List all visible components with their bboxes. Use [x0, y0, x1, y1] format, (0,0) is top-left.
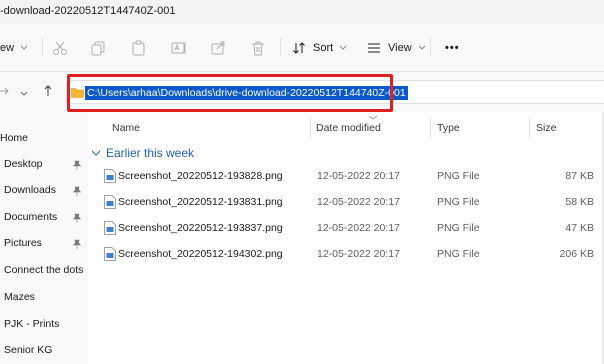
- sort-button[interactable]: Sort: [292, 38, 347, 58]
- file-row[interactable]: Screenshot_20220512-194302.png 12-05-202…: [88, 242, 604, 266]
- sidebar-item-label: Senior KG: [4, 344, 53, 356]
- file-name: Screenshot_20220512-194302.png: [118, 248, 283, 260]
- sidebar-item-label: Connect the dots: [4, 264, 84, 276]
- column-divider: [529, 118, 530, 140]
- more-options-button[interactable]: •••: [445, 38, 460, 58]
- toolbar-divider: [42, 38, 43, 56]
- pin-icon: [72, 213, 82, 223]
- copy-button[interactable]: [90, 38, 106, 58]
- column-header-type[interactable]: Type: [437, 122, 460, 134]
- delete-button[interactable]: [250, 38, 266, 58]
- sidebar-item-pjk-prints[interactable]: PJK - Prints: [4, 318, 59, 330]
- paste-icon: [132, 40, 145, 56]
- sidebar-item-desktop[interactable]: Desktop: [4, 158, 43, 170]
- window-title: -download-20220512T144740Z-001: [0, 5, 176, 17]
- sidebar-item-label: Downloads: [4, 184, 56, 196]
- sidebar-item-pictures[interactable]: Pictures: [4, 237, 42, 249]
- file-date: 12-05-2022 20:17: [317, 248, 400, 260]
- cut-button[interactable]: [52, 38, 68, 58]
- command-toolbar: ew Sort View •••: [0, 24, 604, 72]
- toolbar-divider: [280, 38, 281, 56]
- chevron-down-icon: [20, 91, 28, 96]
- sidebar-item-downloads[interactable]: Downloads: [4, 184, 56, 196]
- pin-icon: [72, 160, 82, 170]
- highlight-annotation: [67, 74, 393, 112]
- file-type: PNG File: [437, 222, 480, 234]
- group-header: Earlier this week: [106, 146, 195, 160]
- arrow-right-icon: [0, 87, 9, 95]
- sort-indicator-icon: [368, 115, 378, 120]
- title-bar: -download-20220512T144740Z-001: [0, 0, 604, 24]
- arrow-up-icon: [44, 85, 52, 96]
- file-date: 12-05-2022 20:17: [317, 222, 400, 234]
- sidebar-item-senior-kg[interactable]: Senior KG: [4, 344, 52, 356]
- image-file-icon: [104, 169, 116, 183]
- column-header-name[interactable]: Name: [112, 122, 140, 134]
- chevron-down-icon: [91, 150, 101, 156]
- column-header-size[interactable]: Size: [536, 122, 556, 134]
- sidebar-item-label: Desktop: [4, 158, 43, 170]
- view-menu-label: ew: [0, 42, 15, 54]
- delete-icon: [252, 41, 264, 56]
- file-list: Name Date modified Type Size Earlier thi…: [88, 112, 604, 364]
- chevron-down-icon: [20, 45, 28, 50]
- file-name: Screenshot_20220512-193828.png: [118, 170, 283, 182]
- file-date: 12-05-2022 20:17: [317, 196, 400, 208]
- chevron-down-icon: [339, 45, 347, 50]
- group-collapse-button[interactable]: [91, 148, 101, 160]
- file-type: PNG File: [437, 196, 480, 208]
- copy-icon: [91, 41, 105, 56]
- share-icon: [211, 41, 225, 55]
- view-menu-button[interactable]: ew: [0, 38, 28, 58]
- more-options-icon: •••: [445, 42, 460, 54]
- file-row[interactable]: Screenshot_20220512-193828.png 12-05-202…: [88, 164, 604, 188]
- file-type: PNG File: [437, 248, 480, 260]
- file-row[interactable]: Screenshot_20220512-193837.png 12-05-202…: [88, 216, 604, 240]
- image-file-icon: [104, 195, 116, 209]
- sidebar-item-label: PJK - Prints: [4, 318, 60, 330]
- rename-icon: [171, 42, 186, 54]
- file-type: PNG File: [437, 170, 480, 182]
- sidebar-item-label: Mazes: [4, 291, 35, 303]
- sidebar-item-label: Home: [0, 132, 29, 144]
- view-button[interactable]: View: [367, 38, 426, 58]
- sort-label: Sort: [313, 42, 334, 54]
- column-divider: [310, 118, 311, 140]
- file-row[interactable]: Screenshot_20220512-193831.png 12-05-202…: [88, 190, 604, 214]
- toolbar-divider: [430, 38, 431, 56]
- file-size: 58 KB: [565, 196, 594, 208]
- cut-icon: [53, 41, 67, 55]
- column-header-date-modified[interactable]: Date modified: [316, 122, 381, 134]
- forward-button[interactable]: [0, 85, 10, 100]
- file-size: 47 KB: [565, 222, 594, 234]
- sort-icon: [293, 42, 305, 54]
- navigation-pane: Home Desktop Downloads Documents Picture…: [0, 112, 88, 364]
- rename-button[interactable]: [171, 38, 187, 58]
- sidebar-item-label: Pictures: [4, 237, 42, 249]
- file-size: 206 KB: [559, 248, 594, 260]
- recent-locations-button[interactable]: [20, 88, 28, 100]
- sidebar-item-documents[interactable]: Documents: [4, 211, 57, 223]
- file-name: Screenshot_20220512-193831.png: [118, 196, 283, 208]
- view-label: View: [388, 42, 412, 54]
- up-button[interactable]: [43, 85, 53, 100]
- chevron-down-icon: [418, 45, 426, 50]
- file-size: 87 KB: [565, 170, 594, 182]
- image-file-icon: [104, 221, 116, 235]
- sidebar-item-label: Documents: [4, 211, 58, 223]
- file-date: 12-05-2022 20:17: [317, 170, 400, 182]
- sidebar-item-connect-the-dots[interactable]: Connect the dots: [4, 264, 83, 276]
- pin-icon: [72, 186, 82, 196]
- pin-icon: [72, 239, 82, 249]
- paste-button[interactable]: [131, 38, 147, 58]
- image-file-icon: [104, 247, 116, 261]
- column-divider: [430, 118, 431, 140]
- file-name: Screenshot_20220512-193837.png: [118, 222, 283, 234]
- sidebar-item-mazes[interactable]: Mazes: [4, 291, 35, 303]
- sidebar-item-home[interactable]: Home: [0, 132, 28, 144]
- list-view-icon: [368, 43, 380, 53]
- share-button[interactable]: [210, 38, 226, 58]
